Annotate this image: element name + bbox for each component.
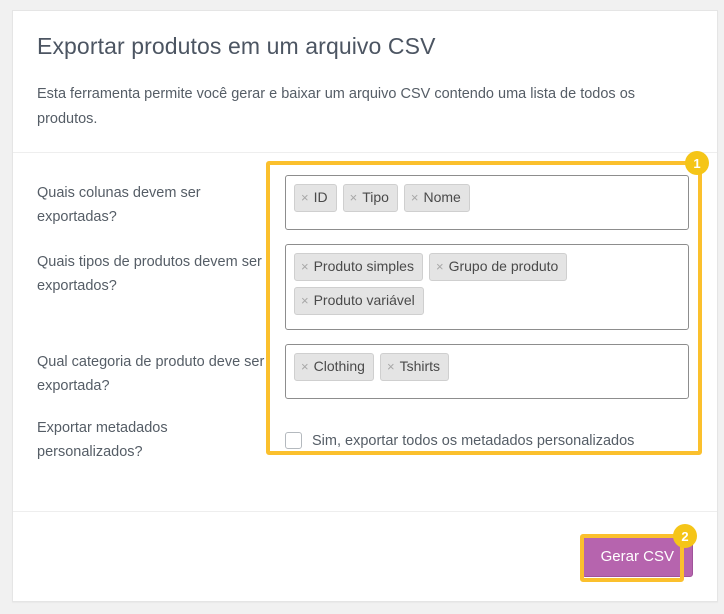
- screen: Exportar produtos em um arquivo CSV Esta…: [0, 0, 724, 614]
- form-row-columns: Quais colunas devem ser exportadas? × ID …: [13, 153, 717, 230]
- form-label-custom-meta: Exportar metadados personalizados?: [37, 419, 168, 460]
- chip-label: Tshirts: [399, 357, 441, 374]
- chip-label: Nome: [423, 188, 461, 205]
- form-label-columns: Quais colunas devem ser exportadas?: [37, 184, 201, 225]
- card-header: Exportar produtos em um arquivo CSV Esta…: [13, 11, 717, 152]
- remove-icon[interactable]: ×: [301, 191, 309, 204]
- custom-meta-checkbox-row[interactable]: Sim, exportar todos os metadados persona…: [285, 432, 693, 450]
- form-field-categories: × Clothing × Tshirts: [285, 343, 693, 399]
- export-products-card: Exportar produtos em um arquivo CSV Esta…: [12, 10, 718, 602]
- footer-actions: Gerar CSV: [13, 511, 717, 577]
- chip-label: Grupo de produto: [448, 257, 559, 274]
- card-footer: Gerar CSV: [13, 511, 717, 601]
- chip-label: Clothing: [313, 357, 365, 374]
- remove-icon[interactable]: ×: [301, 260, 309, 273]
- form-row-product-types: Quais tipos de produtos devem ser export…: [13, 230, 717, 330]
- product-types-chip-list: × Produto simples × Grupo de produto × Prod…: [294, 252, 680, 315]
- chip-type-grupo-de-produto[interactable]: × Grupo de produto: [428, 252, 568, 281]
- form-field-columns: × ID × Tipo × Nome: [285, 174, 693, 230]
- page-title: Exportar produtos em um arquivo CSV: [37, 33, 436, 59]
- chip-column-nome[interactable]: × Nome: [403, 183, 470, 212]
- custom-meta-checkbox[interactable]: [285, 432, 302, 450]
- export-form: Quais colunas devem ser exportadas? × ID …: [13, 153, 717, 487]
- form-label-categories: Qual categoria de produto deve ser expor…: [37, 353, 265, 394]
- chip-type-produto-variavel[interactable]: × Produto variável: [294, 286, 424, 315]
- chip-label: Produto variável: [313, 291, 415, 308]
- chip-category-clothing[interactable]: × Clothing: [294, 352, 374, 381]
- chip-category-tshirts[interactable]: × Tshirts: [379, 352, 450, 381]
- form-row-categories: Qual categoria de produto deve ser expor…: [13, 330, 717, 399]
- chip-label: Tipo: [362, 188, 389, 205]
- form-label-product-types: Quais tipos de produtos devem ser export…: [37, 253, 262, 294]
- form-field-custom-meta: Sim, exportar todos os metadados persona…: [285, 432, 693, 450]
- page-description: Esta ferramenta permite você gerar e bai…: [37, 86, 636, 127]
- chip-type-produto-simples[interactable]: × Produto simples: [294, 252, 423, 281]
- chip-column-tipo[interactable]: × Tipo: [342, 183, 398, 212]
- remove-icon[interactable]: ×: [301, 360, 309, 373]
- chip-label: ID: [313, 188, 328, 205]
- categories-chip-list: × Clothing × Tshirts: [294, 352, 680, 381]
- columns-chip-list: × ID × Tipo × Nome: [294, 183, 680, 212]
- generate-csv-button[interactable]: Gerar CSV: [581, 537, 693, 577]
- remove-icon[interactable]: ×: [387, 360, 395, 373]
- remove-icon[interactable]: ×: [301, 294, 309, 307]
- columns-multiselect[interactable]: × ID × Tipo × Nome: [285, 174, 689, 230]
- form-field-product-types: × Produto simples × Grupo de produto × Prod…: [285, 243, 693, 330]
- custom-meta-checkbox-label: Sim, exportar todos os metadados persona…: [312, 432, 635, 449]
- remove-icon[interactable]: ×: [350, 191, 358, 204]
- chip-label: Produto simples: [313, 257, 414, 274]
- remove-icon[interactable]: ×: [411, 191, 419, 204]
- remove-icon[interactable]: ×: [436, 260, 444, 273]
- chip-column-id[interactable]: × ID: [294, 183, 337, 212]
- product-types-multiselect[interactable]: × Produto simples × Grupo de produto × Prod…: [285, 243, 689, 330]
- categories-multiselect[interactable]: × Clothing × Tshirts: [285, 343, 689, 399]
- form-row-custom-meta: Exportar metadados personalizados? Sim, …: [13, 399, 717, 487]
